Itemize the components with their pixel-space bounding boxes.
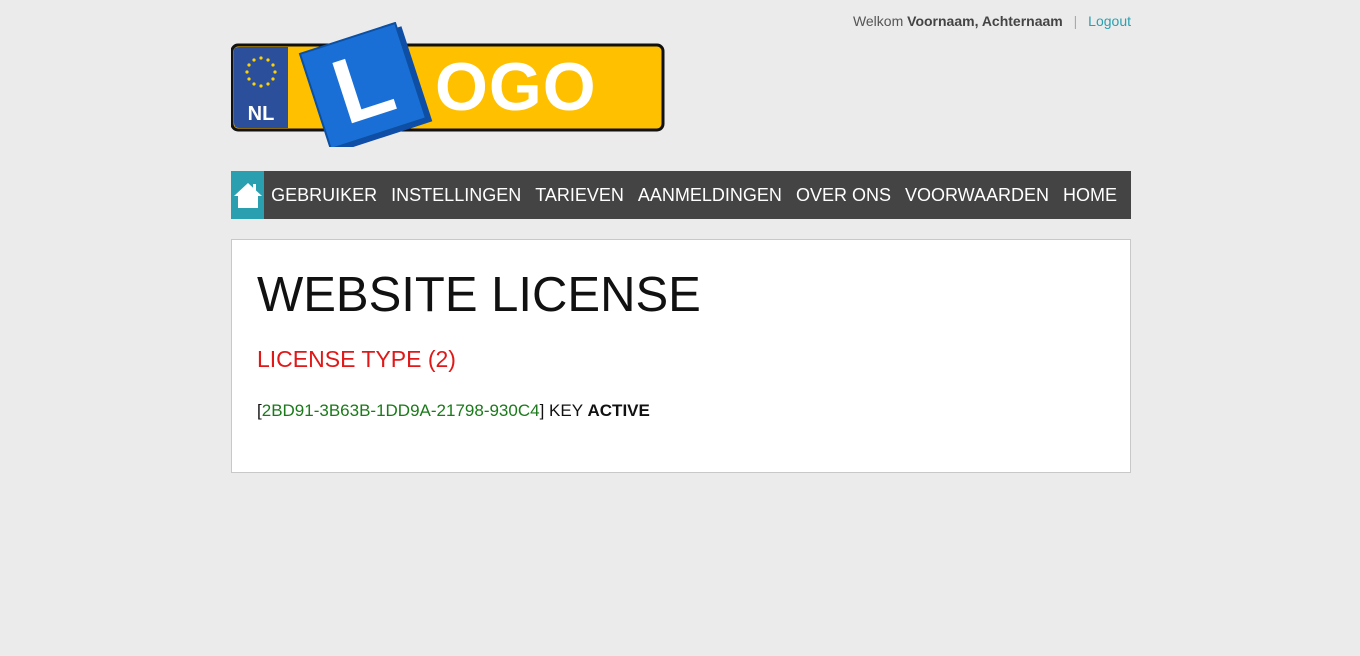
separator: |	[1073, 13, 1078, 29]
license-key-line: [2BD91-3B63B-1DD9A-21798-930C4] KEY ACTI…	[257, 401, 650, 421]
license-type-heading: LICENSE TYPE (2)	[257, 346, 456, 372]
page-wrapper: Welkom Voornaam, Achternaam | Logout NL …	[230, 0, 1131, 656]
site-logo[interactable]: NL L OGO	[230, 21, 671, 153]
content-panel: WEBSITE LICENSE LICENSE TYPE (2) [2BD91-…	[231, 239, 1131, 473]
nav-item-tarieven[interactable]: TARIEVEN	[535, 185, 624, 206]
nav-item-over-ons[interactable]: OVER ONS	[796, 185, 891, 206]
logo-graphic: NL L OGO	[230, 21, 665, 153]
logo-text: OGO	[435, 49, 597, 125]
nav-item-home[interactable]: HOME	[1063, 185, 1117, 206]
logout-link[interactable]: Logout	[1088, 13, 1131, 29]
house-icon	[233, 183, 262, 208]
nav-item-aanmeldingen[interactable]: AANMELDINGEN	[638, 185, 782, 206]
page-title: WEBSITE LICENSE	[257, 268, 701, 322]
nav-item-voorwaarden[interactable]: VOORWAARDEN	[905, 185, 1049, 206]
user-name: Voornaam, Achternaam	[907, 13, 1063, 29]
nav-item-gebruiker[interactable]: GEBRUIKER	[271, 185, 377, 206]
main-nav: GEBRUIKER INSTELLINGEN TARIEVEN AANMELDI…	[231, 171, 1131, 219]
license-key: 2BD91-3B63B-1DD9A-21798-930C4	[261, 401, 540, 420]
license-status: ACTIVE	[587, 401, 650, 420]
bracket-close: ]	[539, 401, 545, 420]
nav-item-instellingen[interactable]: INSTELLINGEN	[391, 185, 521, 206]
key-label: KEY	[549, 401, 583, 420]
user-bar: Welkom Voornaam, Achternaam | Logout	[853, 13, 1131, 29]
nav-items: GEBRUIKER INSTELLINGEN TARIEVEN AANMELDI…	[271, 185, 1131, 206]
home-button[interactable]	[231, 171, 265, 219]
welcome-label: Welkom	[852, 13, 904, 29]
country-code: NL	[248, 103, 275, 125]
